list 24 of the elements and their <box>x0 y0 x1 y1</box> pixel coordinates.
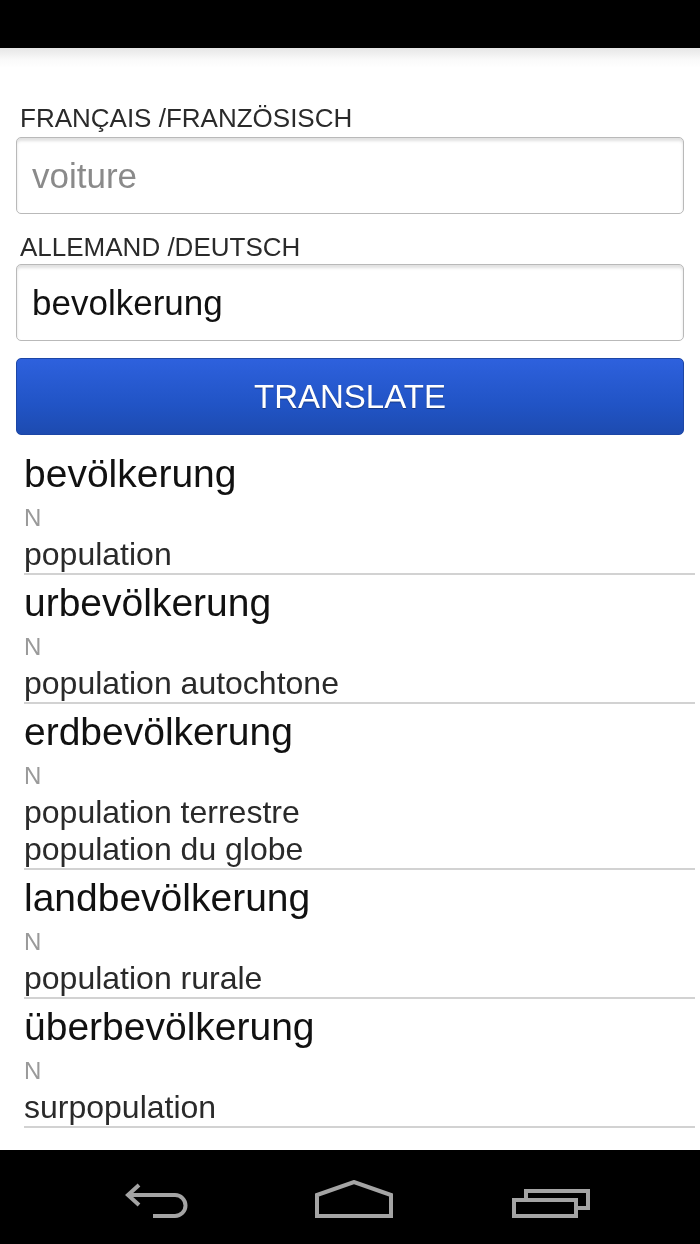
headword[interactable]: urbevölkerung <box>24 578 272 628</box>
part-of-speech: N <box>24 927 42 957</box>
headword[interactable]: erdbevölkerung <box>24 707 293 757</box>
field-label: FRANÇAIS /FRANZÖSISCH <box>19 104 354 132</box>
headword[interactable]: landbevölkerung <box>24 873 311 923</box>
translation: population du globe <box>24 831 304 868</box>
field-label: ALLEMAND /DEUTSCH <box>19 233 302 261</box>
translation: population autochtone <box>24 665 339 702</box>
translation: surpopulation <box>24 1089 217 1126</box>
back-icon[interactable] <box>125 1183 189 1218</box>
translation: population terrestre <box>24 794 300 831</box>
part-of-speech: N <box>24 761 42 791</box>
translation: population <box>24 536 172 573</box>
headword[interactable]: bevölkerung <box>24 449 237 499</box>
part-of-speech: N <box>24 503 42 533</box>
home-icon[interactable] <box>315 1180 393 1218</box>
input-field[interactable]: bevolkerung <box>16 264 684 341</box>
part-of-speech: N <box>24 632 42 662</box>
input-field[interactable]: voiture <box>16 137 684 214</box>
translation: population rurale <box>24 960 263 997</box>
part-of-speech: N <box>24 1056 42 1086</box>
headword[interactable]: überbevölkerung <box>24 1002 315 1052</box>
translate-button[interactable]: TRANSLATE <box>16 358 684 435</box>
recents-icon[interactable] <box>512 1189 590 1218</box>
